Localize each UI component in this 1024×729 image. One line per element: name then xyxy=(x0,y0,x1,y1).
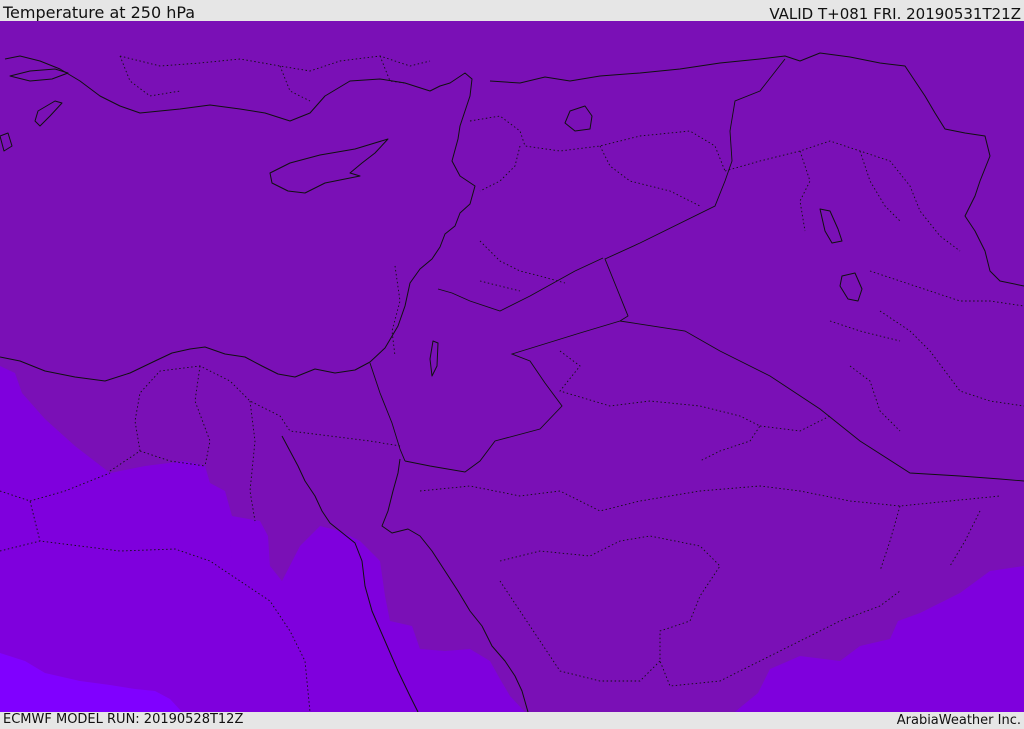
top-header-bar: Temperature at 250 hPa VALID T+081 FRI. … xyxy=(0,0,1024,23)
credit-label: ArabiaWeather Inc. xyxy=(896,713,1021,728)
temperature-map[interactable] xyxy=(0,21,1024,712)
map-title: Temperature at 250 hPa xyxy=(3,3,196,22)
model-run-label: ECMWF MODEL RUN: 20190528T12Z xyxy=(3,712,244,727)
bottom-footer-bar: ECMWF MODEL RUN: 20190528T12Z ArabiaWeat… xyxy=(0,712,1024,729)
